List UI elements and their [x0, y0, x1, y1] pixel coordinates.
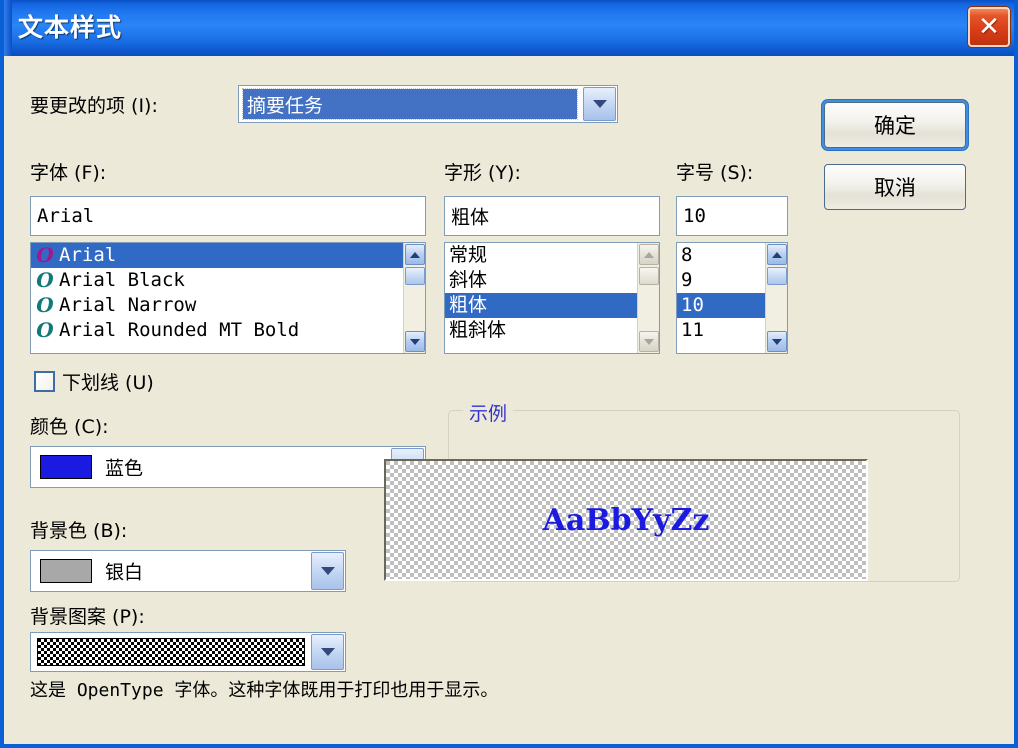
style-input-value: 粗体 — [451, 206, 490, 229]
background-pattern-combo[interactable] — [30, 632, 346, 672]
underline-label: 下划线 (U) — [62, 372, 154, 394]
background-pattern-swatch — [37, 638, 305, 666]
list-item[interactable]: O Arial Rounded MT Bold — [31, 318, 403, 343]
ok-button[interactable]: 确定 — [824, 102, 966, 148]
style-list-items: 常规 斜体 粗体 粗斜体 — [445, 243, 637, 353]
list-item[interactable]: 常规 — [445, 243, 637, 268]
style-input[interactable]: 粗体 — [444, 196, 660, 236]
list-item-label: 粗体 — [449, 294, 488, 316]
list-item-label: 粗斜体 — [449, 319, 507, 341]
list-item[interactable]: 9 — [677, 268, 765, 293]
font-input-value: Arial — [37, 205, 95, 227]
scroll-up-arrow-icon[interactable] — [767, 244, 787, 265]
size-label: 字号 (S): — [676, 162, 754, 184]
scroll-down-arrow-icon[interactable] — [767, 331, 787, 352]
list-item[interactable]: O Arial — [31, 243, 403, 268]
color-swatch — [40, 455, 92, 479]
close-button[interactable]: ✕ — [968, 7, 1010, 47]
font-list-items: O Arial O Arial Black O Arial Narrow O A… — [31, 243, 403, 353]
scroll-up-arrow-icon[interactable] — [639, 244, 659, 265]
list-item[interactable]: O Arial Black — [31, 268, 403, 293]
size-list-items: 8 9 10 11 — [677, 243, 765, 353]
list-item[interactable]: 粗体 — [445, 293, 637, 318]
list-item[interactable]: 粗斜体 — [445, 318, 637, 343]
list-item-label: 9 — [681, 269, 693, 291]
cancel-button[interactable]: 取消 — [824, 164, 966, 210]
list-item-label: 斜体 — [449, 269, 488, 291]
color-combo[interactable]: 蓝色 — [30, 446, 426, 488]
sample-text: AaBbYyZz — [542, 502, 710, 538]
opentype-icon: O — [36, 243, 54, 267]
underline-checkbox[interactable] — [34, 371, 55, 392]
scroll-up-arrow-icon[interactable] — [405, 244, 425, 265]
window-title: 文本样式 — [18, 13, 123, 42]
background-color-value: 银白 — [105, 561, 144, 584]
font-input[interactable]: Arial — [30, 196, 426, 236]
sample-preview-panel: AaBbYyZz — [384, 459, 868, 581]
font-listbox[interactable]: O Arial O Arial Black O Arial Narrow O A… — [30, 242, 426, 354]
color-label: 颜色 (C): — [30, 416, 109, 438]
size-listbox[interactable]: 8 9 10 11 — [676, 242, 788, 354]
opentype-icon: O — [36, 318, 54, 342]
sample-group-title: 示例 — [463, 399, 514, 426]
background-color-swatch — [40, 559, 92, 583]
list-item[interactable]: 10 — [677, 293, 765, 318]
chevron-down-icon[interactable] — [583, 87, 616, 121]
text-style-dialog: 文本样式 ✕ 要更改的项 (I): 摘要任务 字体 (F): Arial O A… — [0, 0, 1018, 748]
list-item-label: Arial Black — [59, 269, 185, 291]
list-item-label: 11 — [681, 319, 704, 341]
chevron-down-icon[interactable] — [311, 634, 344, 670]
scroll-down-arrow-icon[interactable] — [639, 331, 659, 352]
list-item-label: 10 — [681, 294, 704, 316]
list-item[interactable]: O Arial Narrow — [31, 293, 403, 318]
scroll-down-arrow-icon[interactable] — [405, 331, 425, 352]
list-item[interactable]: 8 — [677, 243, 765, 268]
style-label: 字形 (Y): — [444, 162, 521, 184]
style-listbox[interactable]: 常规 斜体 粗体 粗斜体 — [444, 242, 660, 354]
font-list-scrollbar[interactable] — [403, 243, 425, 353]
list-item[interactable]: 11 — [677, 318, 765, 343]
list-item-label: 常规 — [449, 244, 488, 266]
item-to-change-label: 要更改的项 (I): — [30, 95, 158, 117]
opentype-icon: O — [36, 268, 54, 292]
opentype-icon: O — [36, 293, 54, 317]
size-input-value: 10 — [683, 205, 706, 227]
underline-checkbox-row[interactable]: 下划线 (U) — [34, 368, 154, 395]
size-input[interactable]: 10 — [676, 196, 788, 236]
close-x-icon: ✕ — [978, 12, 1000, 42]
font-label: 字体 (F): — [30, 162, 107, 184]
scrollbar-thumb[interactable] — [405, 267, 425, 285]
color-value: 蓝色 — [105, 457, 144, 480]
size-list-scrollbar[interactable] — [765, 243, 787, 353]
font-description: 这是 OpenType 字体。这种字体既用于打印也用于显示。 — [30, 680, 499, 701]
item-to-change-combo[interactable]: 摘要任务 — [238, 85, 618, 123]
background-pattern-label: 背景图案 (P): — [30, 606, 145, 628]
chevron-down-icon[interactable] — [311, 552, 344, 590]
title-bar: 文本样式 ✕ — [4, 0, 1014, 56]
scrollbar-thumb[interactable] — [767, 267, 787, 285]
list-item-label: 8 — [681, 244, 693, 266]
list-item[interactable]: 斜体 — [445, 268, 637, 293]
style-list-scrollbar[interactable] — [637, 243, 659, 353]
item-to-change-value: 摘要任务 — [242, 88, 578, 120]
list-item-label: Arial — [59, 244, 117, 266]
list-item-label: Arial Narrow — [59, 294, 197, 316]
background-color-combo[interactable]: 银白 — [30, 550, 346, 592]
background-color-label: 背景色 (B): — [30, 520, 128, 542]
list-item-label: Arial Rounded MT Bold — [59, 319, 300, 341]
scrollbar-thumb[interactable] — [639, 267, 659, 285]
